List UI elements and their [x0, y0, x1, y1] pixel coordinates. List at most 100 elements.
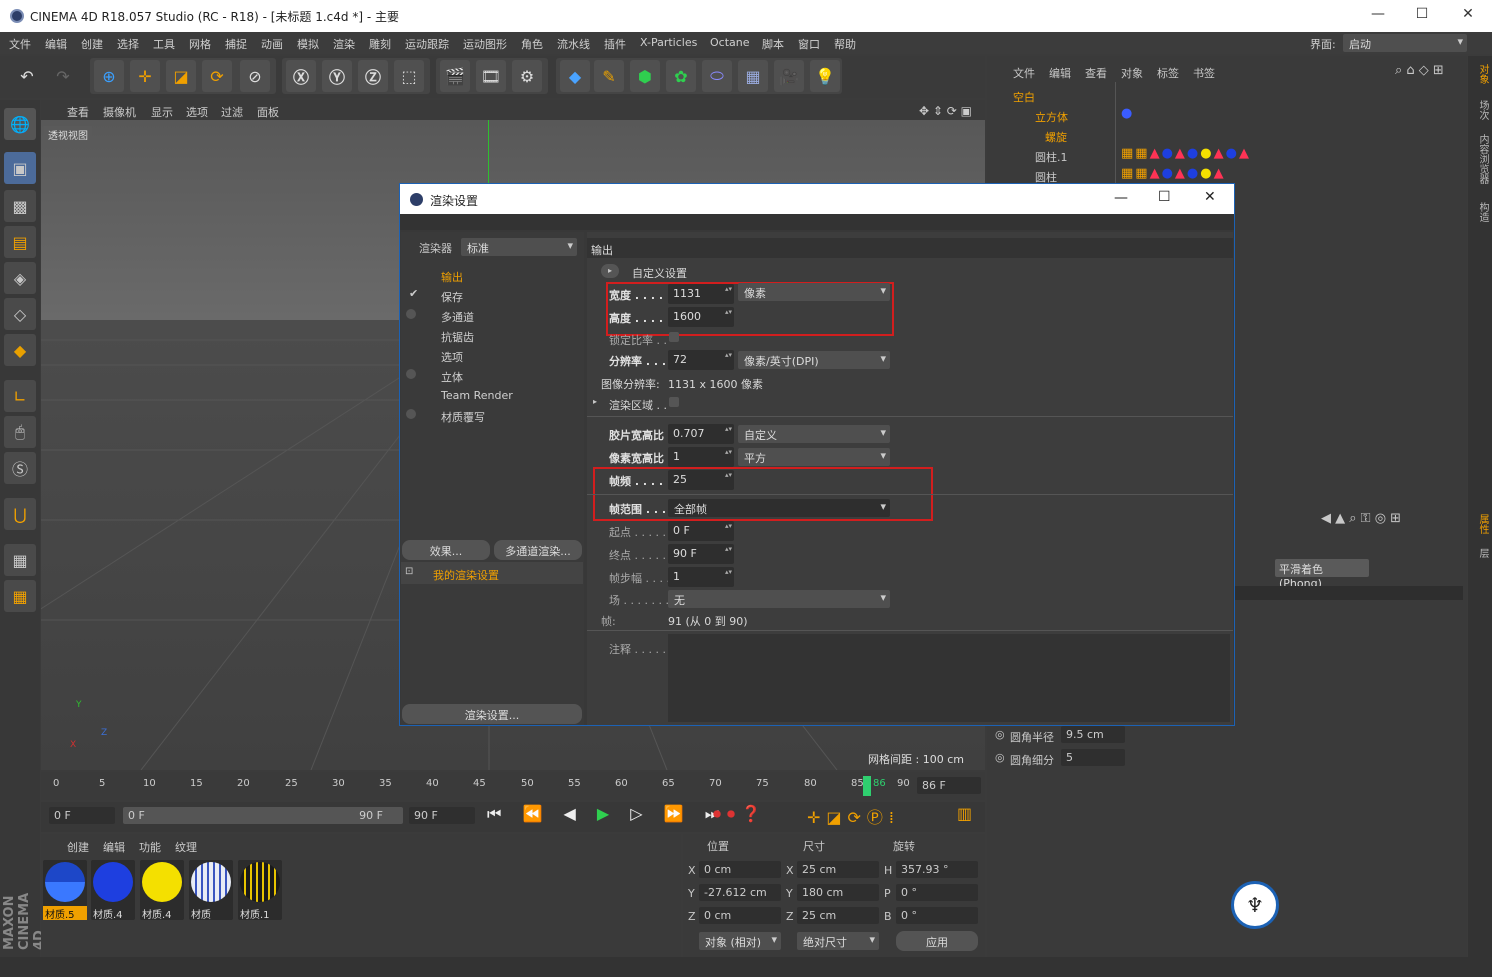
record-keys-icon[interactable]: ⏺⏺❓	[713, 804, 767, 824]
width-input[interactable]: 1131	[668, 284, 734, 304]
viewport-menu-panel[interactable]: 面板	[257, 104, 279, 120]
search-icon[interactable]: ⌕ ⌂ ◇ ⊞	[1395, 63, 1444, 78]
tree-cylinder-1[interactable]: 圆柱.1	[1035, 149, 1068, 165]
move-tool-icon[interactable]: ✛	[130, 60, 160, 92]
edges-mode-icon[interactable]: ◇	[4, 298, 36, 330]
menu-xparticles[interactable]: X-Particles	[640, 36, 697, 49]
menu-simulate[interactable]: 模拟	[297, 36, 319, 52]
viewport-menu-camera[interactable]: 摄像机	[103, 104, 136, 120]
frame-range-dropdown[interactable]: 全部帧	[668, 499, 890, 517]
tab-takes[interactable]: 场次	[1470, 100, 1490, 120]
resolution-input[interactable]: 72	[668, 350, 734, 370]
workplane-rotate-icon[interactable]: ▦	[4, 580, 36, 612]
current-frame-field[interactable]: 86 F	[917, 777, 981, 794]
timeline[interactable]: 0 5 10 15 20 25 30 35 40 45 50 55 60 65 …	[41, 772, 985, 800]
cube-icon[interactable]: ◆	[560, 60, 590, 92]
subdivision-icon[interactable]: ⬢	[630, 60, 660, 92]
menu-select[interactable]: 选择	[117, 36, 139, 52]
viewport-menu-view[interactable]: 查看	[67, 104, 89, 120]
start-input[interactable]: 0 F	[668, 521, 734, 541]
viewport-menu-display[interactable]: 显示	[151, 104, 173, 120]
fillet-radius-radio[interactable]: ◎	[995, 728, 1005, 741]
playback-controls-icon[interactable]: ⏮ ⏪ ◀ ▶ ▷ ⏩ ⏭	[487, 804, 727, 824]
dialog-maximize-button[interactable]: ☐	[1158, 189, 1171, 205]
menu-animate[interactable]: 动画	[261, 36, 283, 52]
width-unit-dropdown[interactable]: 像素	[738, 283, 890, 301]
size-z-field[interactable]: 25 cm	[797, 907, 879, 924]
attr-nav-icon[interactable]: ◀ ▲ ⌕ ⚿ ◎ ⊞	[1321, 511, 1401, 526]
menu-mesh[interactable]: 网格	[189, 36, 211, 52]
end-frame-field[interactable]: 90 F	[409, 807, 475, 824]
redo-icon[interactable]: ↷	[48, 60, 78, 92]
menu-create[interactable]: 创建	[81, 36, 103, 52]
material-item[interactable]: 材质	[189, 860, 233, 921]
scale-tool-icon[interactable]: ◪	[166, 60, 196, 92]
my-settings-row[interactable]: ⊡ 我的渲染设置	[401, 562, 583, 584]
menu-window[interactable]: 窗口	[798, 36, 820, 52]
menu-plugins[interactable]: 插件	[604, 36, 626, 52]
select-tool-icon[interactable]: ⊕	[94, 60, 124, 92]
obj-menu-bookmark[interactable]: 书签	[1193, 65, 1215, 81]
menu-snap[interactable]: 捕捉	[225, 36, 247, 52]
nav-multipass[interactable]: 多通道	[441, 309, 474, 325]
pixel-aspect-dropdown[interactable]: 平方	[738, 448, 890, 466]
nav-save[interactable]: 保存	[441, 289, 463, 305]
rot-b-field[interactable]: 0 °	[896, 907, 978, 924]
size-x-field[interactable]: 25 cm	[797, 861, 879, 878]
texture-mode-icon[interactable]: ▩	[4, 190, 36, 222]
rot-p-field[interactable]: 0 °	[896, 884, 978, 901]
snap-icon[interactable]: Ⓢ	[4, 452, 36, 484]
pos-x-field[interactable]: 0 cm	[699, 861, 781, 878]
save-check-icon[interactable]: ✔	[409, 287, 418, 300]
renderer-dropdown[interactable]: 标准	[461, 238, 577, 256]
points-mode-icon[interactable]: ◈	[4, 262, 36, 294]
stereo-checkbox[interactable]	[406, 369, 416, 379]
deformer-icon[interactable]: ⬭	[702, 60, 732, 92]
axis-mode-icon[interactable]: ∟	[4, 380, 36, 412]
render-picture-viewer-icon[interactable]: 🎞	[476, 60, 506, 92]
viewport-menu-filter[interactable]: 过滤	[221, 104, 243, 120]
rot-h-field[interactable]: 357.93 °	[896, 861, 978, 878]
nav-team-render[interactable]: Team Render	[441, 389, 513, 402]
fps-input[interactable]: 25	[668, 470, 734, 490]
nav-material-override[interactable]: 材质覆写	[441, 409, 485, 425]
fillet-sub-radio[interactable]: ◎	[995, 751, 1005, 764]
live-select-icon[interactable]: ⊘	[240, 60, 270, 92]
height-input[interactable]: 1600	[668, 307, 734, 327]
tree-null[interactable]: 空白	[1013, 89, 1035, 105]
nav-options[interactable]: 选项	[441, 349, 463, 365]
polygons-mode-icon[interactable]: ◆	[4, 334, 36, 366]
pos-y-field[interactable]: -27.612 cm	[699, 884, 781, 901]
rotate-tool-icon[interactable]: ⟳	[202, 60, 232, 92]
pixel-aspect-input[interactable]: 1	[668, 447, 734, 467]
lock-ratio-checkbox[interactable]	[669, 332, 679, 342]
timeline-window-icon[interactable]: ▥	[957, 804, 972, 823]
mat-menu-edit[interactable]: 编辑	[103, 839, 125, 855]
menu-tools[interactable]: 工具	[153, 36, 175, 52]
pos-z-field[interactable]: 0 cm	[699, 907, 781, 924]
camera-icon[interactable]: 🎥	[774, 60, 804, 92]
viewport-nav-icon[interactable]: ✥ ⇕ ⟳ ▣	[919, 104, 972, 118]
obj-menu-object[interactable]: 对象	[1121, 65, 1143, 81]
dialog-close-button[interactable]: ✕	[1204, 189, 1216, 205]
material-override-checkbox[interactable]	[406, 409, 416, 419]
coord-mode-dropdown[interactable]: 对象 (相对)	[699, 932, 781, 950]
tab-attributes[interactable]: 属性	[1470, 514, 1490, 534]
key-filter-icon[interactable]: ✛◪⟳Ⓟ⁞	[807, 804, 900, 828]
render-region-checkbox[interactable]	[669, 397, 679, 407]
region-expand-icon[interactable]: ▸	[593, 397, 597, 406]
material-item[interactable]: 材质.4	[140, 860, 184, 921]
resolution-unit-dropdown[interactable]: 像素/英寸(DPI)	[738, 351, 890, 369]
size-mode-dropdown[interactable]: 绝对尺寸	[797, 932, 879, 950]
film-aspect-input[interactable]: 0.707	[668, 424, 734, 444]
frame-step-input[interactable]: 1	[668, 567, 734, 587]
tweak-icon[interactable]: 🖱	[4, 416, 36, 448]
mat-menu-function[interactable]: 功能	[139, 839, 161, 855]
menu-edit[interactable]: 编辑	[45, 36, 67, 52]
tab-structure[interactable]: 构造	[1470, 202, 1490, 222]
material-item[interactable]: 材质.4	[91, 860, 135, 921]
mat-menu-texture[interactable]: 纹理	[175, 839, 197, 855]
menu-octane[interactable]: Octane	[710, 36, 750, 49]
nav-stereo[interactable]: 立体	[441, 369, 463, 385]
obj-menu-file[interactable]: 文件	[1013, 65, 1035, 81]
